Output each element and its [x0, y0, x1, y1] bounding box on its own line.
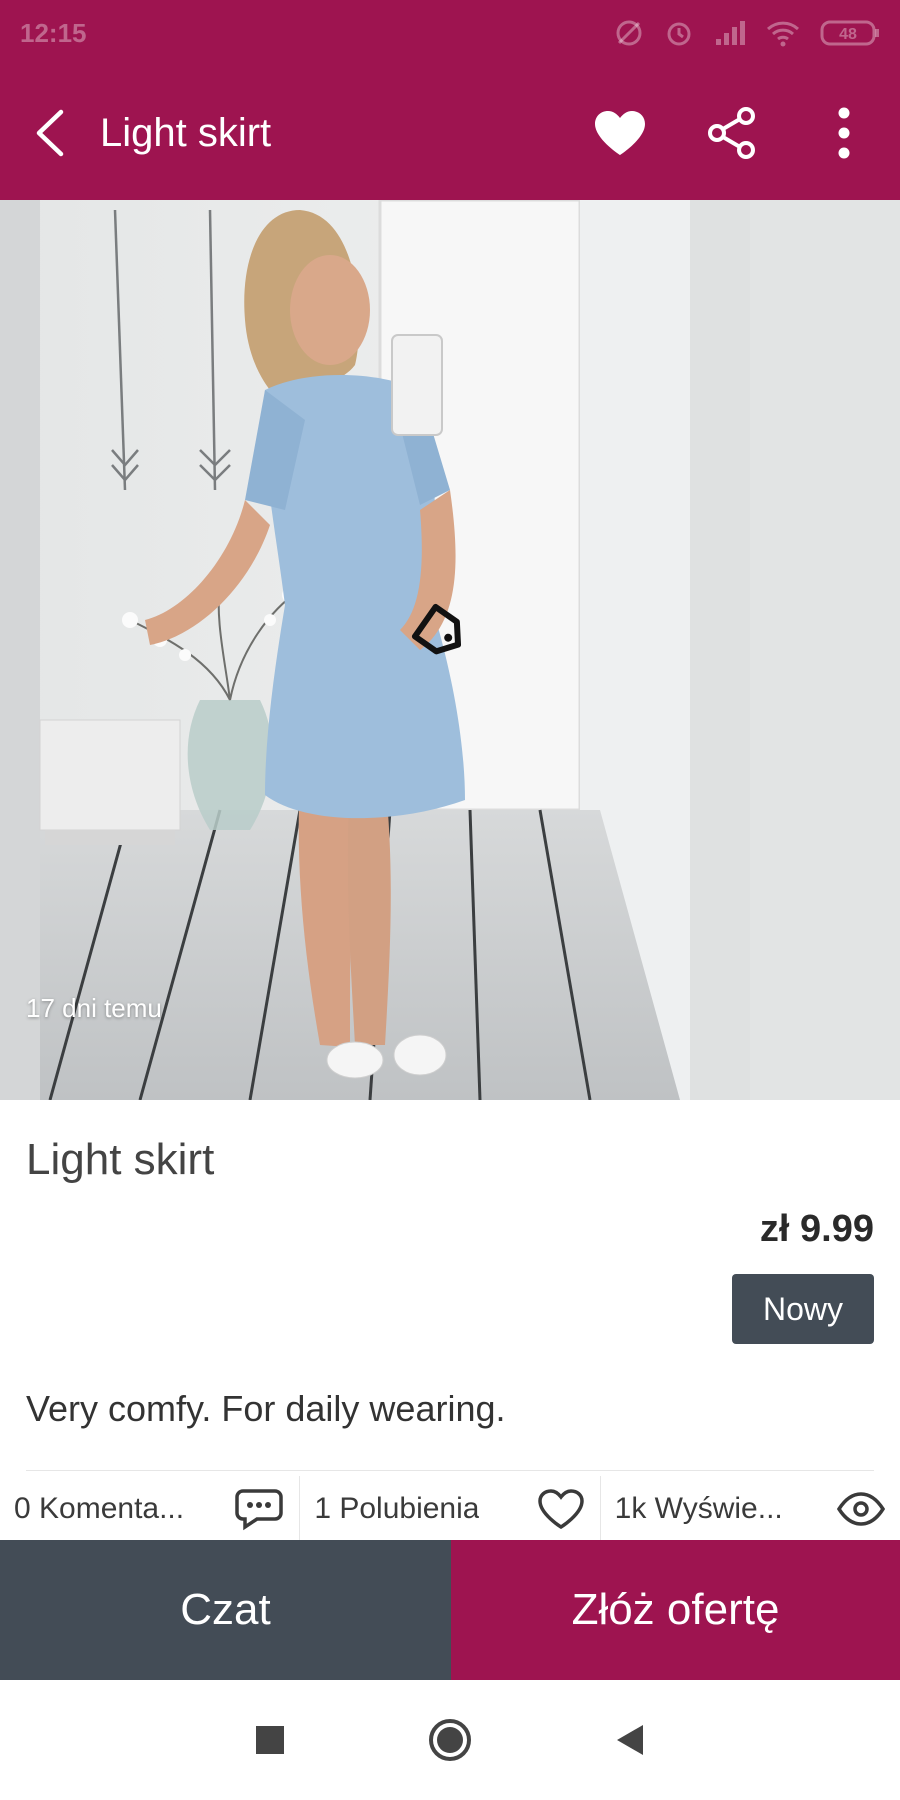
status-icons: 48: [614, 18, 880, 48]
status-time: 12:15: [20, 17, 87, 48]
favorite-button[interactable]: [564, 66, 676, 200]
home-button[interactable]: [420, 1710, 480, 1770]
system-back-button[interactable]: [600, 1710, 660, 1770]
app-bar: Light skirt: [0, 66, 900, 200]
more-vertical-icon: [838, 107, 850, 159]
signal-icon: [716, 21, 745, 45]
battery-icon: 48: [820, 20, 879, 46]
recents-button[interactable]: [240, 1710, 300, 1770]
likes-count: 1 Polubienia: [314, 1492, 480, 1525]
page-title: Light skirt: [100, 110, 272, 155]
back-button[interactable]: [0, 66, 100, 200]
listing-price: zł 9.99: [759, 1208, 874, 1250]
comment-icon: [235, 1489, 284, 1531]
heart-filled-icon: [595, 111, 645, 155]
likes-stat[interactable]: 1 Polubienia: [299, 1476, 599, 1542]
more-menu-button[interactable]: [788, 66, 900, 200]
listing-description: Very comfy. For daily wearing.: [26, 1388, 506, 1429]
back-arrow-icon: [36, 109, 64, 157]
system-nav-bar: [0, 1680, 900, 1800]
circle-home-icon: [429, 1719, 471, 1761]
app-bar-actions: [564, 66, 900, 200]
comments-count: 0 Komenta...: [14, 1492, 185, 1525]
triangle-back-icon: [617, 1725, 643, 1755]
status-bar: 12:15 48: [0, 0, 900, 66]
divider: [26, 1470, 874, 1471]
wifi-icon: [766, 21, 800, 47]
posted-time: 17 dni temu: [26, 993, 162, 1023]
heart-outline-icon: [537, 1489, 584, 1530]
share-button[interactable]: [676, 66, 788, 200]
views-count: 1k Wyświe...: [614, 1492, 783, 1525]
square-icon: [256, 1726, 284, 1754]
eye-icon: [836, 1492, 886, 1526]
dnd-icon: [616, 20, 642, 46]
condition-badge: Nowy: [732, 1274, 874, 1344]
make-offer-button[interactable]: Złóż ofertę: [451, 1540, 900, 1680]
views-stat: 1k Wyświe...: [599, 1476, 900, 1542]
alarm-icon: [667, 22, 691, 46]
bottom-actions: Czat Złóż ofertę: [0, 1540, 900, 1680]
share-icon: [708, 107, 755, 159]
product-photo[interactable]: 17 dni temu: [0, 200, 900, 1100]
chat-button[interactable]: Czat: [0, 1540, 451, 1680]
battery-level: 48: [839, 26, 857, 43]
price-tag-icon[interactable]: [400, 592, 480, 672]
listing-title: Light skirt: [26, 1135, 215, 1184]
comments-stat[interactable]: 0 Komenta...: [0, 1476, 299, 1542]
stats-row: 0 Komenta... 1 Polubienia 1k Wyświe...: [0, 1476, 900, 1542]
